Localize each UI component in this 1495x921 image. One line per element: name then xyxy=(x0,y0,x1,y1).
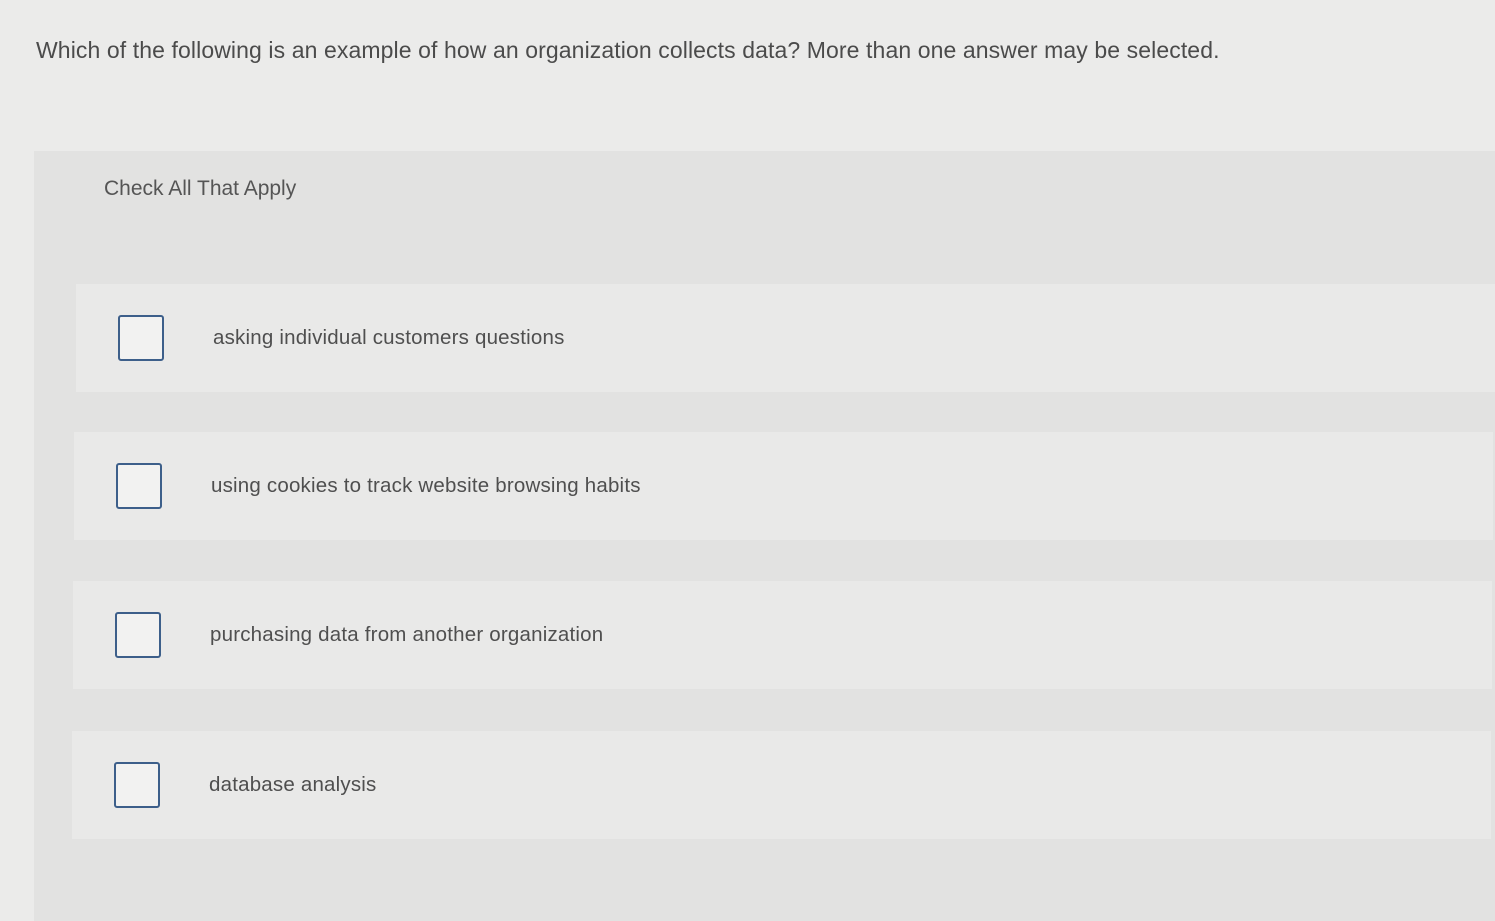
option-label-3: purchasing data from another organizatio… xyxy=(210,623,604,646)
option-label-4: database analysis xyxy=(209,773,377,796)
answer-option-2[interactable]: using cookies to track website browsing … xyxy=(74,432,1493,540)
checkbox-option-1[interactable] xyxy=(118,315,164,361)
option-label-2: using cookies to track website browsing … xyxy=(211,474,641,497)
checkbox-option-2[interactable] xyxy=(116,463,162,509)
checkbox-option-4[interactable] xyxy=(114,762,160,808)
answer-option-4[interactable]: database analysis xyxy=(72,731,1491,839)
check-all-label: Check All That Apply xyxy=(104,177,297,200)
checkbox-option-3[interactable] xyxy=(115,612,161,658)
question-text: Which of the following is an example of … xyxy=(36,37,1220,63)
option-label-1: asking individual customers questions xyxy=(213,326,565,349)
answer-option-1[interactable]: asking individual customers questions xyxy=(76,284,1495,392)
answer-option-3[interactable]: purchasing data from another organizatio… xyxy=(73,581,1492,689)
answer-panel: Check All That Apply asking individual c… xyxy=(34,151,1495,921)
